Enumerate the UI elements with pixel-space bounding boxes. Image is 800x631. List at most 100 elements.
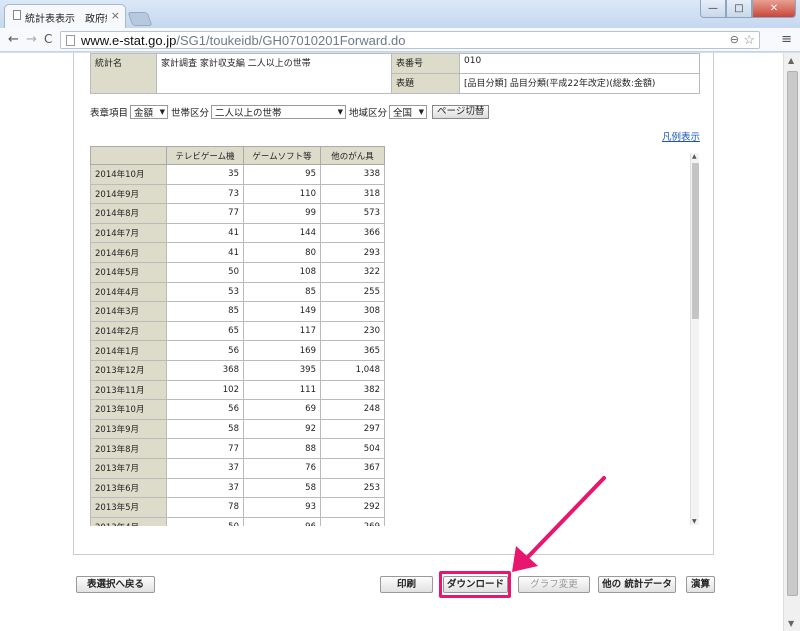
- row-header: 2014年5月: [90, 261, 167, 283]
- table-cell: 50: [166, 261, 244, 283]
- legend-link[interactable]: 凡例表示: [662, 129, 700, 143]
- table-scrollbar[interactable]: ▲ ▼: [690, 153, 699, 525]
- table-cell: 56: [166, 399, 244, 420]
- column-header: 他のがん具: [320, 146, 385, 165]
- data-table: テレビゲーム機 ゲームソフト等 他のがん具 2014年10月 35 95 338 201…: [90, 146, 385, 526]
- table-row: 2014年9月 73 110 318: [90, 183, 385, 205]
- table-cell: 41: [166, 222, 244, 244]
- row-header: 2013年5月: [90, 497, 167, 518]
- stat-name-label: 統計名: [90, 53, 157, 94]
- scroll-down-icon[interactable]: ▼: [788, 619, 794, 628]
- page-switch-button[interactable]: ページ切替: [432, 105, 490, 119]
- reload-icon[interactable]: C: [44, 32, 52, 46]
- table-cell: 382: [320, 379, 385, 401]
- forward-arrow-icon[interactable]: →: [26, 32, 37, 47]
- column-header: ゲームソフト等: [243, 146, 321, 165]
- scroll-down-icon[interactable]: ▼: [692, 518, 697, 525]
- table-row: 2013年7月 37 76 367: [90, 457, 385, 479]
- table-cell: 37: [166, 457, 244, 479]
- window-controls: — □ ✕: [700, 0, 796, 18]
- download-highlight-box: [439, 571, 511, 598]
- minimize-button[interactable]: —: [700, 0, 726, 18]
- data-table-container: テレビゲーム機 ゲームソフト等 他のがん具 2014年10月 35 95 338 201…: [90, 146, 700, 526]
- item-select[interactable]: 金額 ▼: [130, 105, 169, 119]
- table-cell: 395: [243, 359, 321, 381]
- table-cell: 99: [243, 203, 321, 224]
- table-title-label: 表題: [391, 73, 460, 94]
- table-cell: 41: [166, 242, 244, 263]
- table-cell: 149: [243, 301, 321, 322]
- graph-change-button[interactable]: グラフ変更: [518, 576, 590, 593]
- table-row: 2013年11月 102 111 382: [90, 379, 385, 401]
- table-cell: 56: [166, 340, 244, 361]
- row-header: 2013年10月: [90, 399, 167, 420]
- address-bar[interactable]: www.e-stat.go.jp/SG1/toukeidb/GH07010201…: [60, 31, 760, 49]
- zoom-icon[interactable]: ⊖: [730, 33, 739, 46]
- title-bar: 統計表表示 政府統計の総 × — □ ✕: [0, 0, 800, 28]
- table-cell: 255: [320, 281, 385, 303]
- table-row: 2014年7月 41 144 366: [90, 222, 385, 244]
- url-path: /SG1/toukeidb/GH07010201Forward.do: [176, 33, 406, 48]
- table-cell: 504: [320, 438, 385, 459]
- table-cell: 76: [243, 457, 321, 479]
- table-cell: 73: [166, 183, 244, 205]
- row-header: 2014年4月: [90, 281, 167, 303]
- print-button[interactable]: 印刷: [380, 576, 433, 593]
- close-window-button[interactable]: ✕: [752, 0, 796, 18]
- table-cell: 85: [166, 301, 244, 322]
- table-row: 2014年6月 41 80 293: [90, 242, 385, 263]
- table-row: 2013年9月 58 92 297: [90, 418, 385, 440]
- page-viewport: 統計名 家計調査 家計収支編 二人以上の世帯 表番号 010 表題 [品目分類]…: [0, 53, 783, 631]
- table-cell: 58: [166, 418, 244, 440]
- table-row: 2014年5月 50 108 322: [90, 261, 385, 283]
- row-header: 2013年7月: [90, 457, 167, 479]
- page-scrollbar[interactable]: ▲ ▼: [783, 53, 800, 631]
- table-cell: 573: [320, 203, 385, 224]
- table-cell: 110: [243, 183, 321, 205]
- row-header: 2014年3月: [90, 301, 167, 322]
- region-select[interactable]: 全国 ▼: [389, 105, 428, 119]
- bookmark-star-icon[interactable]: ☆: [743, 32, 755, 48]
- maximize-button[interactable]: □: [726, 0, 752, 18]
- scroll-up-icon[interactable]: ▲: [692, 153, 697, 160]
- stat-info-table: 統計名 家計調査 家計収支編 二人以上の世帯 表番号 010 表題 [品目分類]…: [90, 53, 700, 94]
- row-header: 2013年4月: [90, 516, 167, 526]
- page-scroll-thumb[interactable]: [787, 71, 798, 596]
- tab-title: 統計表表示 政府統計の総: [25, 14, 107, 25]
- calc-button[interactable]: 演算: [686, 576, 715, 593]
- table-cell: 85: [243, 281, 321, 303]
- table-number-value: 010: [459, 53, 700, 74]
- table-cell: 366: [320, 222, 385, 244]
- table-cell: 37: [166, 477, 244, 499]
- scroll-up-icon[interactable]: ▲: [788, 56, 794, 65]
- table-cell: 338: [320, 164, 385, 185]
- new-tab-button[interactable]: [127, 12, 153, 26]
- region-select-value: 全国: [393, 108, 413, 119]
- table-cell: 322: [320, 261, 385, 283]
- table-cell: 269: [320, 516, 385, 526]
- back-to-table-select-button[interactable]: 表選択へ戻る: [76, 576, 155, 593]
- row-header: 2014年9月: [90, 183, 167, 205]
- other-stats-button[interactable]: 他の 統計データ: [598, 576, 676, 593]
- browser-menu-icon[interactable]: ≡: [781, 32, 792, 47]
- table-cell: 230: [320, 320, 385, 342]
- table-cell: 78: [166, 497, 244, 518]
- region-label: 地域区分: [349, 108, 388, 119]
- table-cell: 144: [243, 222, 321, 244]
- table-row: 2014年10月 35 95 338: [90, 164, 385, 185]
- table-cell: 77: [166, 438, 244, 459]
- tab-close-icon[interactable]: ×: [111, 9, 120, 22]
- table-scroll-thumb[interactable]: [692, 163, 699, 319]
- table-cell: 53: [166, 281, 244, 303]
- table-cell: 368: [166, 359, 244, 381]
- table-row: 2013年4月5096269: [90, 516, 385, 526]
- row-header: 2013年6月: [90, 477, 167, 499]
- chevron-down-icon: ▼: [159, 108, 166, 116]
- item-select-value: 金額: [134, 108, 154, 119]
- household-select[interactable]: 二人以上の世帯 ▼: [211, 105, 347, 119]
- row-header: 2014年6月: [90, 242, 167, 263]
- back-arrow-icon[interactable]: ←: [8, 32, 19, 47]
- table-row: 2013年5月 78 93 292: [90, 497, 385, 518]
- column-header: テレビゲーム機: [166, 146, 244, 165]
- browser-tab[interactable]: 統計表表示 政府統計の総 ×: [4, 4, 126, 28]
